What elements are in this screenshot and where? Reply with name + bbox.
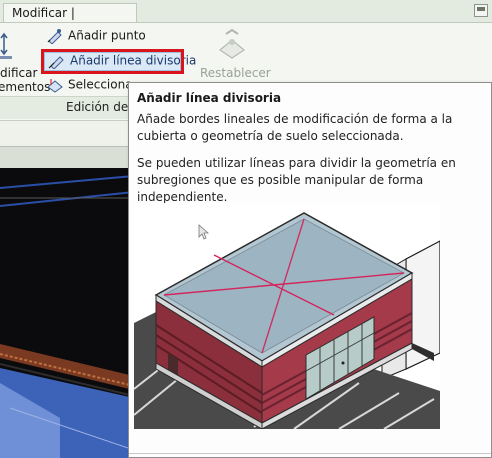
modify-label-line1: dificar: [0, 66, 38, 80]
tooltip-description: Añade bordes lineales de modificación de…: [137, 112, 453, 143]
modify-icon: [0, 32, 12, 59]
modify-label-line2: ementos: [0, 80, 51, 94]
modify-elements-button[interactable]: dificar ementos: [0, 28, 50, 94]
mouse-cursor-icon: [198, 224, 210, 240]
select-supports-button[interactable]: Selecciona: [46, 77, 133, 97]
highlight-frame: [41, 49, 184, 74]
tooltip-add-split-line: Añadir línea divisoria Añade bordes line…: [128, 82, 492, 458]
tooltip-note: Se pueden utilizar líneas para dividir l…: [137, 156, 456, 204]
tooltip-title: Añadir línea divisoria: [137, 91, 282, 105]
select-supports-label: Selecciona: [68, 77, 133, 92]
reset-shape-label: Restablecer: [200, 66, 271, 80]
tab-modificar-cubiertas[interactable]: Modificar | Cubiertas: [3, 3, 137, 39]
model-viewport[interactable]: [0, 168, 134, 458]
select-support-icon: [47, 79, 63, 93]
roof-3d-view: [0, 168, 134, 458]
building-illustration: [133, 203, 441, 430]
reset-shape-icon: [219, 28, 245, 59]
add-point-label: Añadir punto: [68, 28, 146, 43]
tooltip-illustration: [133, 203, 441, 430]
pencil-point-icon: [47, 29, 62, 44]
add-point-button[interactable]: Añadir punto: [46, 28, 146, 48]
panel-label-edicion: Edición de f: [66, 100, 137, 114]
ribbon-minimize-button[interactable]: [474, 4, 488, 17]
tooltip-divider: [129, 453, 491, 454]
